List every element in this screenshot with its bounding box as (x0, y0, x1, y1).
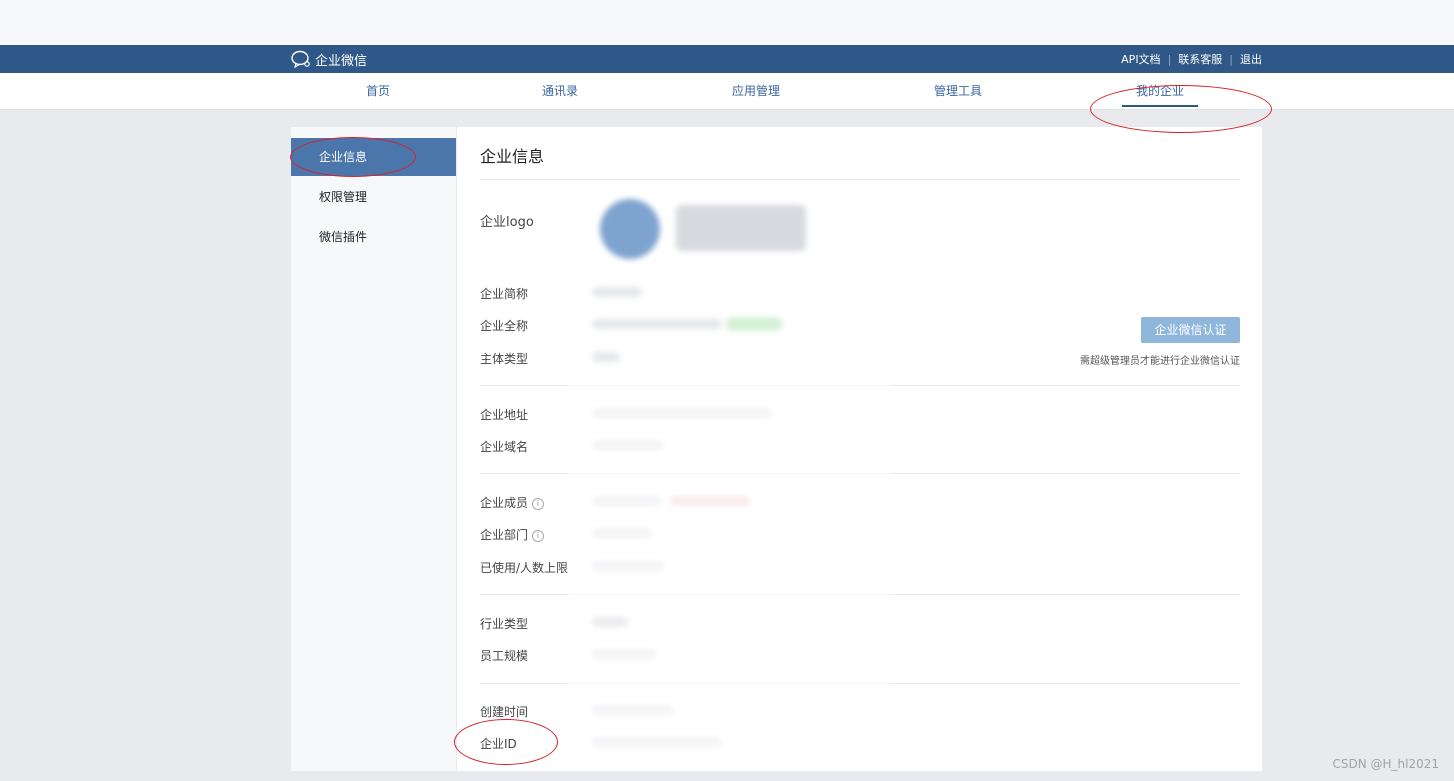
sidebar: 企业信息 权限管理 微信插件 (291, 127, 457, 771)
page-title: 企业信息 (480, 147, 545, 166)
brand-bar: 企业微信 API文档 | 联系客服 | 退出 (0, 45, 1454, 73)
enterprise-certify-button[interactable]: 企业微信认证 (1141, 317, 1240, 343)
label-corp-id: 企业ID (480, 737, 517, 751)
certify-note: 需超级管理员才能进行企业微信认证 (1080, 356, 1240, 367)
value-blurred (592, 287, 642, 297)
label-short-name: 企业简称 (480, 287, 529, 301)
nav-app-management[interactable]: 应用管理 (732, 73, 780, 109)
info-icon[interactable]: i (532, 498, 545, 510)
sidebar-item-permissions[interactable]: 权限管理 (291, 178, 456, 216)
logo-text-blurred (676, 205, 806, 251)
value-blurred (592, 352, 620, 362)
logout-link[interactable]: 退出 (1240, 51, 1262, 67)
label-address: 企业地址 (480, 408, 529, 422)
top-links: API文档 | 联系客服 | 退出 (1121, 45, 1262, 73)
nav-management-tools[interactable]: 管理工具 (934, 73, 982, 109)
top-link-separator: | (1229, 52, 1233, 66)
nav-my-enterprise[interactable]: 我的企业 (1122, 73, 1199, 109)
sidebar-item-enterprise-info[interactable]: 企业信息 (291, 138, 456, 176)
main-nav: 首页 通讯录 应用管理 管理工具 我的企业 (0, 73, 1454, 110)
brand-logo[interactable]: 企业微信 (290, 45, 367, 73)
top-blank-area (0, 0, 1454, 45)
label-departments: 企业部门 i (480, 526, 545, 543)
label-industry: 行业类型 (480, 617, 529, 631)
nav-active-underline (1122, 105, 1199, 107)
label-staff-size: 员工规模 (480, 649, 529, 663)
label-domain: 企业域名 (480, 440, 529, 454)
label-created-time: 创建时间 (480, 705, 529, 719)
contact-support-link[interactable]: 联系客服 (1178, 51, 1222, 67)
info-icon[interactable]: i (532, 530, 545, 542)
verified-badge-blurred (726, 317, 782, 331)
label-full-name: 企业全称 (480, 319, 529, 333)
nav-contacts[interactable]: 通讯录 (542, 73, 578, 109)
value-blurred (592, 319, 722, 329)
enterprise-panel: 企业信息 权限管理 微信插件 企业信息 企业logo 企业简称 企业全称 主体类… (291, 127, 1262, 771)
label-members: 企业成员 i (480, 494, 545, 511)
logo-blurred (600, 199, 660, 259)
wecom-logo-icon (291, 50, 310, 68)
label-logo: 企业logo (480, 215, 534, 230)
sidebar-item-wechat-plugin[interactable]: 微信插件 (291, 218, 456, 256)
watermark: CSDN @H_hl2021 (1332, 757, 1439, 771)
enterprise-info-content: 企业信息 企业logo 企业简称 企业全称 主体类型 企业微信认证 需超级管理员… (480, 127, 1240, 771)
divider (480, 179, 1240, 180)
nav-home[interactable]: 首页 (366, 73, 390, 109)
top-link-separator: | (1167, 52, 1172, 66)
api-docs-link[interactable]: API文档 (1121, 51, 1160, 67)
label-entity-type: 主体类型 (480, 352, 529, 366)
label-usage: 已使用/人数上限 (480, 561, 569, 575)
redaction-overlay (568, 377, 890, 771)
brand-name: 企业微信 (315, 53, 368, 69)
